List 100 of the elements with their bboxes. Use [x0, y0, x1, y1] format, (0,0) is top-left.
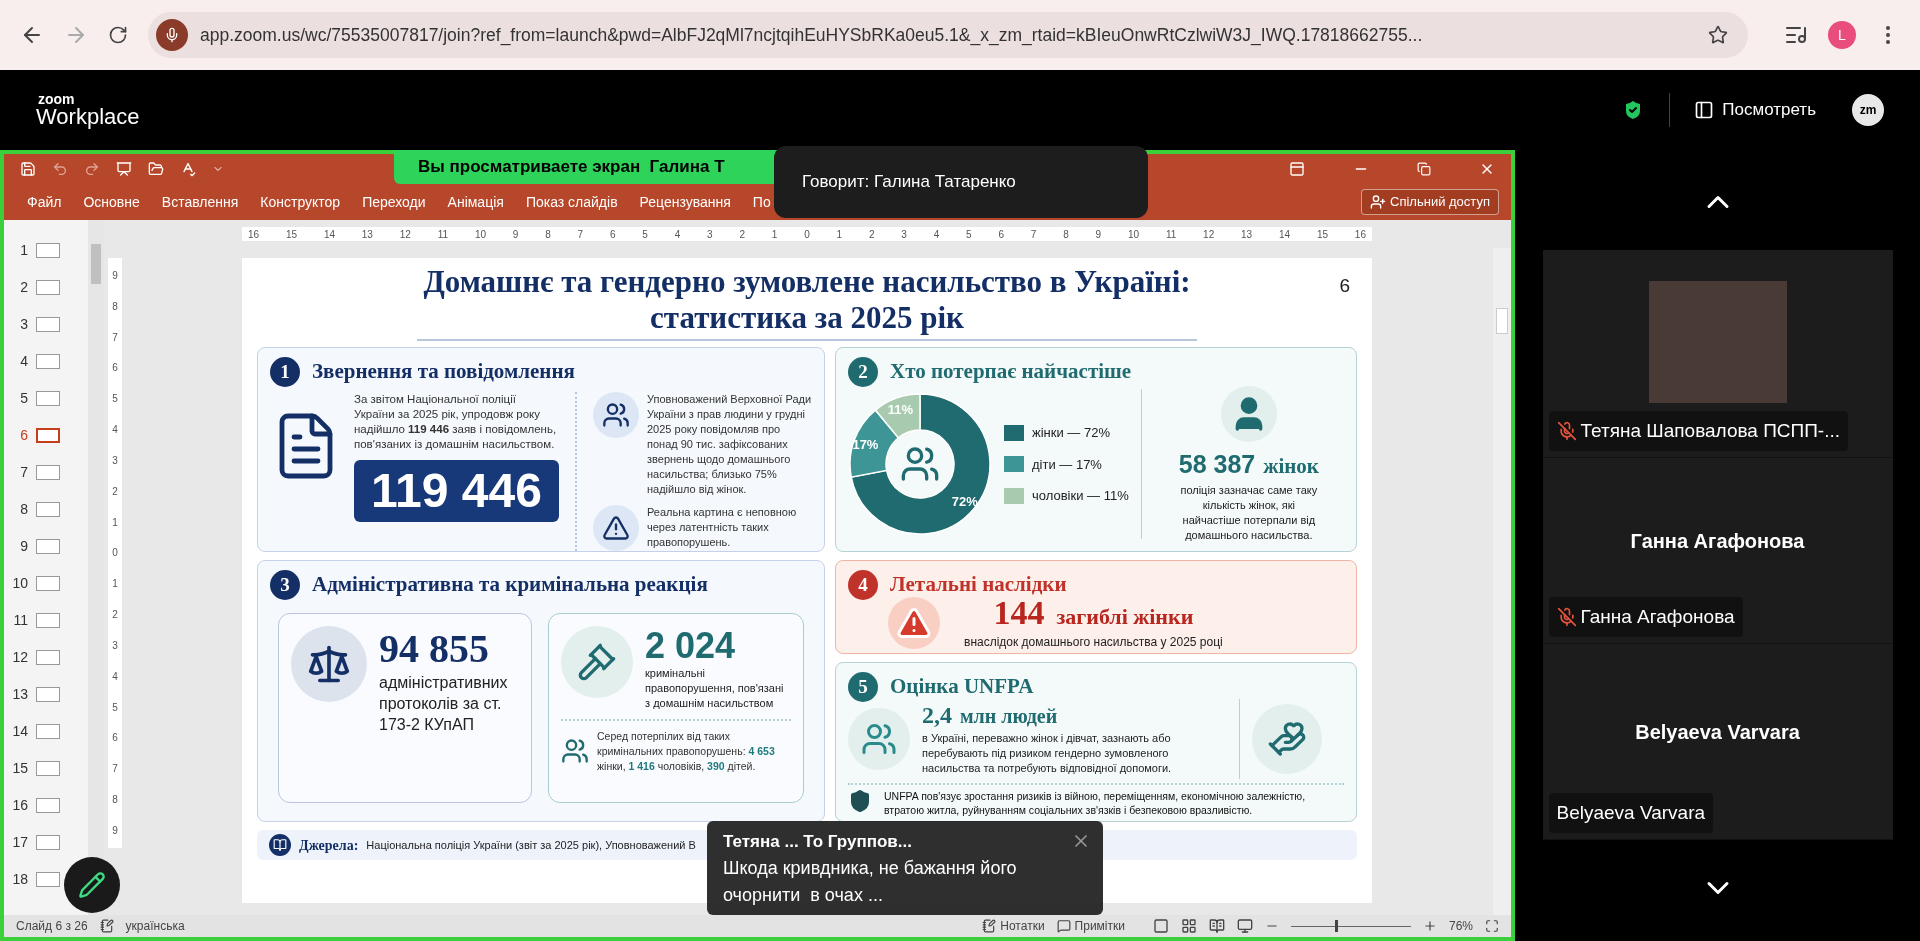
slide-thumbnail[interactable] — [36, 798, 60, 813]
slide-number[interactable]: 12 — [8, 647, 28, 668]
slide-number[interactable]: 7 — [8, 462, 28, 483]
comments-button[interactable]: Примітки — [1056, 917, 1125, 935]
address-bar[interactable]: app.zoom.us/wc/75535007817/join?ref_from=launch&pwd=AlbFJ2qMl7ncjtqihEuHYSbRKa0eu5.1&_x_zm_rtaid=kBIeuOnwRtCzlwiW3J_IWQ.17818662755... — [148, 12, 1748, 58]
people-icon — [903, 449, 937, 480]
ribbon-display-icon[interactable] — [1289, 161, 1305, 177]
slide-thumbnail[interactable] — [36, 243, 60, 258]
zoom-percent[interactable]: 76% — [1448, 917, 1473, 935]
ruler-number: 1 — [112, 577, 118, 592]
slide-title: статистика за 2025 рік — [650, 300, 964, 336]
ribbon-tab[interactable]: Рецензування — [628, 184, 742, 220]
slide-thumbnail[interactable] — [36, 835, 60, 850]
slide-number[interactable]: 17 — [8, 832, 28, 853]
slide-thumbnail[interactable] — [36, 317, 60, 332]
restore-icon[interactable] — [1417, 162, 1431, 176]
folder-icon[interactable] — [148, 161, 164, 177]
slide-number[interactable]: 5 — [8, 388, 28, 409]
ruler-number: 1 — [112, 515, 118, 530]
ribbon-tab[interactable]: Конструктор — [249, 184, 352, 220]
ruler-number: 4 — [112, 669, 118, 684]
slide-number[interactable]: 6 — [8, 425, 28, 446]
reading-view-icon[interactable] — [1208, 918, 1225, 934]
slide-thumbnail[interactable] — [36, 576, 60, 591]
ruler-number: 4 — [674, 227, 681, 242]
ruler-number: 3 — [707, 227, 713, 242]
ruler-number: 14 — [1278, 227, 1291, 242]
ruler-number: 0 — [112, 546, 118, 561]
ruler-number: 3 — [901, 227, 907, 242]
reload-icon[interactable] — [108, 25, 128, 45]
zoom-slider[interactable] — [1290, 920, 1411, 932]
slide-thumbnail[interactable] — [36, 687, 60, 702]
notes-button[interactable]: Нотатки — [982, 917, 1045, 935]
ribbon-tab[interactable]: Вставлення — [150, 184, 250, 220]
ruler-number: 6 — [998, 227, 1004, 242]
page-number: 6 — [1339, 274, 1350, 298]
slide-number[interactable]: 9 — [8, 536, 28, 557]
people-icon — [593, 391, 639, 438]
stat-value: 2,4 — [922, 701, 952, 729]
app-badge[interactable]: zm — [1852, 94, 1884, 126]
panel-icon — [1694, 100, 1715, 120]
spellcheck-icon[interactable] — [180, 161, 196, 177]
stat-caption: адміністративних протоколів за ст. 173-2 КУпАП — [379, 672, 509, 735]
ribbon-tab[interactable]: Переходи — [351, 184, 437, 220]
ruler-number: 2 — [739, 227, 745, 242]
slide-thumbnail[interactable] — [36, 724, 60, 739]
normal-view-icon[interactable] — [1152, 918, 1169, 934]
slide-thumbnail[interactable] — [36, 280, 60, 295]
share-button[interactable]: Спільний доступ — [1361, 189, 1499, 215]
bookmark-star-icon[interactable] — [1708, 25, 1728, 45]
language-label[interactable]: українська — [125, 917, 185, 935]
sender-name: Тетяна ... То Группов... — [723, 831, 912, 853]
shield-icon — [848, 788, 872, 813]
slide-thumbnail[interactable] — [36, 761, 60, 776]
slide-thumbnail[interactable] — [36, 539, 60, 554]
slideshow-icon[interactable] — [1236, 918, 1253, 934]
slide-number[interactable]: 15 — [8, 758, 28, 779]
zoom-in-icon[interactable] — [1422, 919, 1437, 933]
ruler-number: 12 — [399, 227, 411, 242]
ribbon-tab[interactable]: Анімація — [436, 184, 515, 220]
slide-thumbnail[interactable] — [36, 502, 60, 517]
slide-number[interactable]: 16 — [8, 795, 28, 816]
slide-thumbnail[interactable] — [36, 428, 60, 443]
book-icon — [269, 834, 291, 856]
ruler-number: 5 — [112, 392, 118, 407]
slide-number[interactable]: 13 — [8, 684, 28, 705]
view-button[interactable]: Посмотреть — [1694, 97, 1816, 123]
accessibility-icon[interactable] — [99, 919, 114, 933]
slide-number[interactable]: 1 — [8, 240, 28, 261]
slide-thumbnail[interactable] — [36, 872, 60, 887]
ruler-number: 15 — [285, 227, 298, 242]
ribbon-tab[interactable]: Показ слайдів — [514, 184, 629, 220]
slide-number[interactable]: 4 — [8, 351, 28, 372]
ruler-number: 6 — [112, 361, 118, 376]
slide-number[interactable]: 14 — [8, 721, 28, 742]
ribbon-tab[interactable]: Файл — [16, 184, 73, 220]
slide-number[interactable]: 8 — [8, 499, 28, 520]
logo-text: Workplace — [36, 106, 140, 128]
slide-number[interactable]: 2 — [8, 277, 28, 298]
slide-thumbnail[interactable] — [36, 465, 60, 480]
ribbon-tab[interactable]: Основне — [72, 184, 151, 220]
slide-thumbnail[interactable] — [36, 650, 60, 665]
slide-thumbnail[interactable] — [36, 613, 60, 628]
slide-number[interactable]: 10 — [8, 573, 28, 594]
slide-number[interactable]: 18 — [8, 869, 28, 890]
slide-thumbnail[interactable] — [36, 354, 60, 369]
slide-number[interactable]: 3 — [8, 314, 28, 335]
ruler-number: 13 — [361, 227, 373, 242]
ruler-number: 9 — [1095, 227, 1102, 242]
paragraph: Реальна картина є неповною через латентність таких правопорушень. — [647, 504, 798, 550]
ruler-number: 3 — [112, 453, 118, 468]
save-icon[interactable] — [20, 161, 36, 177]
profile-avatar[interactable]: L — [1828, 21, 1856, 49]
presentation-icon[interactable] — [116, 161, 132, 177]
fit-slide-icon[interactable] — [1485, 919, 1499, 933]
slide-number[interactable]: 11 — [8, 610, 28, 631]
slide-thumbnail[interactable] — [36, 391, 60, 406]
grid-view-icon[interactable] — [1180, 918, 1197, 934]
legend-label: чоловіки — 11% — [1032, 487, 1129, 505]
ruler-number: 8 — [112, 793, 118, 808]
